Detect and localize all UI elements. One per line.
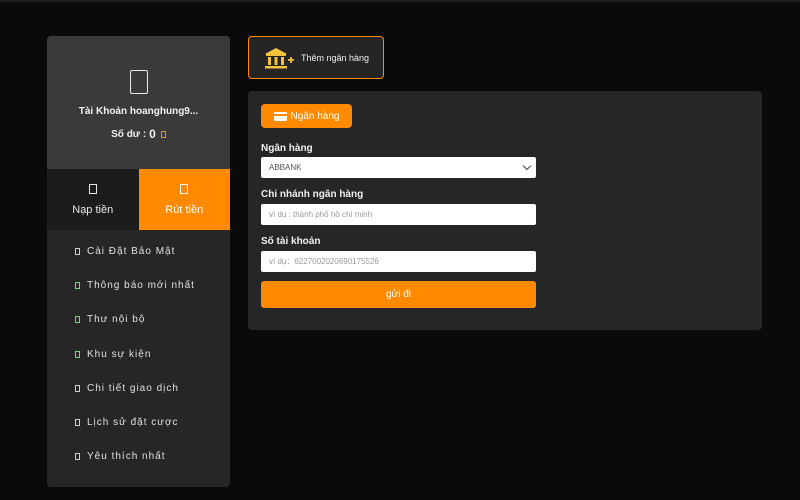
account-name: Tài Khoản hoanghung9... [78, 106, 199, 117]
menu-item-icon [75, 316, 80, 324]
branch-input-placeholder: ví dụ : thành phố hồ chí minh [269, 210, 373, 219]
account-number-input[interactable]: ví dụ：6227002020690175526 [261, 251, 536, 272]
menu-item-icon [75, 281, 80, 289]
bank-plus-icon [265, 47, 294, 68]
balance: Số dư : 0 [111, 127, 166, 141]
branch-input[interactable]: ví dụ : thành phố hồ chí minh [261, 204, 536, 225]
menu-item-events[interactable]: Khu sự kiện [47, 337, 230, 371]
bank-card-icon [273, 111, 287, 121]
menu-item-latest-notifications[interactable]: Thông báo mới nhất [47, 268, 230, 302]
menu-item-label: Thư nội bộ [87, 314, 146, 326]
menu-item-favorites[interactable]: Yêu thích nhất [47, 440, 230, 474]
balance-label: Số dư : [111, 128, 147, 140]
account-menu: Cài Đặt Bảo Mật Thông báo mới nhất Thư n… [47, 230, 230, 474]
balance-value: 0 [149, 127, 156, 141]
withdraw-button[interactable]: Rút tiền [138, 169, 230, 230]
bank-select[interactable]: ABBANK [261, 157, 536, 178]
menu-item-label: Chi tiết giao dịch [87, 382, 179, 394]
menu-item-label: Yêu thích nhất [87, 451, 166, 463]
bank-select-label: Ngân hàng [261, 143, 313, 154]
chevron-down-icon [522, 161, 532, 171]
top-border [0, 0, 800, 2]
menu-item-icon [75, 247, 80, 255]
menu-item-icon [75, 453, 80, 461]
tab-bank-label: Ngân hàng [290, 110, 340, 122]
account-number-label: Số tài khoản [261, 236, 321, 247]
bank-form-panel: Ngân hàng Ngân hàng ABBANK Chi nhánh ngâ… [248, 91, 762, 330]
phone-icon [129, 70, 148, 94]
account-number-placeholder: ví dụ：6227002020690175526 [269, 257, 379, 266]
profile-card: Tài Khoản hoanghung9... Số dư : 0 [47, 36, 230, 169]
add-bank-button[interactable]: Thêm ngân hàng [248, 36, 384, 79]
add-bank-label: Thêm ngân hàng [301, 52, 370, 63]
account-sidebar: Tài Khoản hoanghung9... Số dư : 0 Nạp ti… [47, 36, 230, 487]
submit-button[interactable]: gửi đi [261, 281, 536, 308]
refresh-icon[interactable] [160, 130, 166, 138]
menu-item-icon [75, 419, 80, 427]
menu-item-label: Lịch sử đặt cược [87, 417, 179, 429]
withdraw-icon [180, 183, 189, 194]
menu-item-icon [75, 350, 80, 358]
tab-bank[interactable]: Ngân hàng [261, 104, 352, 128]
menu-item-bet-history[interactable]: Lịch sử đặt cược [47, 405, 230, 439]
deposit-icon [88, 183, 97, 194]
menu-item-icon [75, 384, 80, 392]
menu-item-internal-mail[interactable]: Thư nội bộ [47, 303, 230, 337]
deposit-label: Nạp tiền [72, 203, 114, 216]
withdraw-label: Rút tiền [165, 203, 204, 216]
menu-item-label: Cài Đặt Bảo Mật [87, 245, 176, 257]
branch-field-label: Chi nhánh ngân hàng [261, 189, 364, 200]
menu-item-transaction-details[interactable]: Chi tiết giao dịch [47, 371, 230, 405]
menu-item-label: Khu sự kiện [87, 348, 152, 360]
menu-item-label: Thông báo mới nhất [87, 279, 195, 291]
wallet-actions: Nạp tiền Rút tiền [47, 169, 230, 230]
deposit-button[interactable]: Nạp tiền [47, 169, 139, 230]
bank-select-value: ABBANK [269, 163, 302, 172]
menu-item-security-settings[interactable]: Cài Đặt Bảo Mật [47, 234, 230, 268]
